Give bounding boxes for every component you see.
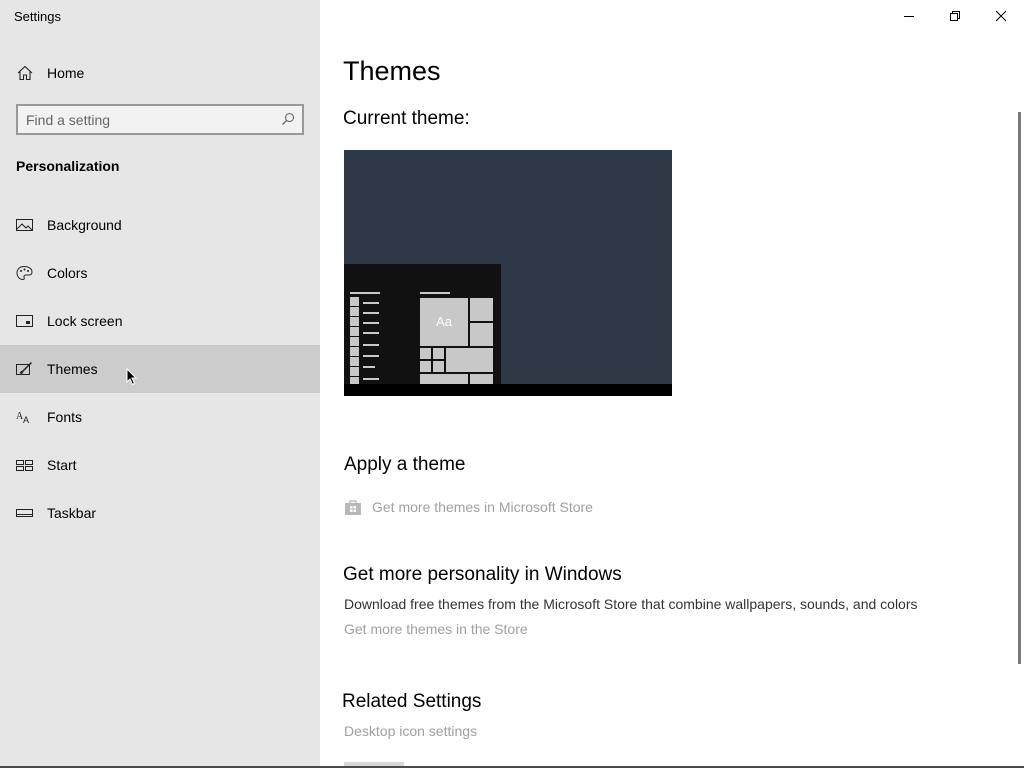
svg-text:A: A bbox=[23, 415, 29, 425]
sidebar-nav: Background Colors Lock screen Themes AA … bbox=[0, 201, 320, 537]
search-input[interactable] bbox=[26, 111, 276, 129]
personality-heading: Get more personality in Windows bbox=[343, 564, 622, 585]
sidebar-item-label: Taskbar bbox=[47, 505, 97, 521]
preview-aa-tile: Aa bbox=[420, 298, 468, 346]
get-themes-store-link[interactable]: Get more themes in the Store bbox=[344, 621, 528, 637]
home-label: Home bbox=[47, 65, 85, 81]
sidebar-item-themes[interactable]: Themes bbox=[0, 345, 320, 393]
sidebar-item-taskbar[interactable]: Taskbar bbox=[0, 489, 320, 537]
sidebar-item-label: Fonts bbox=[47, 409, 83, 425]
sidebar-item-start[interactable]: Start bbox=[0, 441, 320, 489]
home-icon bbox=[17, 65, 33, 81]
store-icon bbox=[344, 498, 362, 516]
fonts-icon: AA bbox=[16, 409, 33, 425]
sidebar-item-lock-screen[interactable]: Lock screen bbox=[0, 297, 320, 345]
theme-preview: Aa bbox=[344, 150, 672, 396]
themes-icon bbox=[16, 361, 33, 377]
section-title: Personalization bbox=[16, 158, 120, 174]
search-icon[interactable] bbox=[281, 112, 295, 126]
home-nav-item[interactable]: Home bbox=[0, 57, 320, 89]
sidebar-item-label: Colors bbox=[47, 265, 88, 281]
apply-theme-heading: Apply a theme bbox=[344, 454, 466, 475]
desktop-icon-settings-link[interactable]: Desktop icon settings bbox=[344, 723, 477, 739]
sidebar-item-background[interactable]: Background bbox=[0, 201, 320, 249]
lock-screen-icon bbox=[16, 313, 33, 329]
image-icon bbox=[16, 217, 33, 233]
sidebar-item-label: Background bbox=[47, 217, 122, 233]
personality-description: Download free themes from the Microsoft … bbox=[344, 596, 918, 612]
close-icon bbox=[995, 10, 1007, 22]
minimize-button[interactable] bbox=[886, 0, 932, 32]
sidebar-item-label: Lock screen bbox=[47, 313, 123, 329]
restore-icon bbox=[950, 11, 960, 21]
store-themes-link[interactable]: Get more themes in Microsoft Store bbox=[344, 497, 593, 517]
app-title: Settings bbox=[14, 9, 61, 24]
sidebar-item-label: Start bbox=[47, 457, 77, 473]
main-content: Themes Current theme: Aa Apply a theme G… bbox=[320, 0, 1024, 768]
sidebar: Settings Home Personalization Background… bbox=[0, 0, 320, 768]
scrollbar[interactable] bbox=[1018, 112, 1021, 664]
sidebar-item-fonts[interactable]: AA Fonts bbox=[0, 393, 320, 441]
related-settings-heading: Related Settings bbox=[342, 691, 482, 712]
maximize-button[interactable] bbox=[932, 0, 978, 32]
taskbar-icon bbox=[16, 505, 33, 521]
start-icon bbox=[16, 457, 33, 473]
mouse-cursor-icon bbox=[126, 367, 138, 386]
close-button[interactable] bbox=[978, 0, 1024, 32]
preview-start-menu: Aa bbox=[344, 264, 501, 384]
current-theme-label: Current theme: bbox=[343, 108, 470, 129]
page-title: Themes bbox=[343, 56, 441, 86]
preview-taskbar bbox=[344, 384, 672, 396]
sidebar-item-label: Themes bbox=[47, 361, 98, 377]
store-link-label: Get more themes in Microsoft Store bbox=[372, 499, 593, 515]
palette-icon bbox=[16, 265, 33, 281]
minimize-icon bbox=[904, 16, 914, 17]
sidebar-item-colors[interactable]: Colors bbox=[0, 249, 320, 297]
search-box[interactable] bbox=[16, 104, 304, 135]
